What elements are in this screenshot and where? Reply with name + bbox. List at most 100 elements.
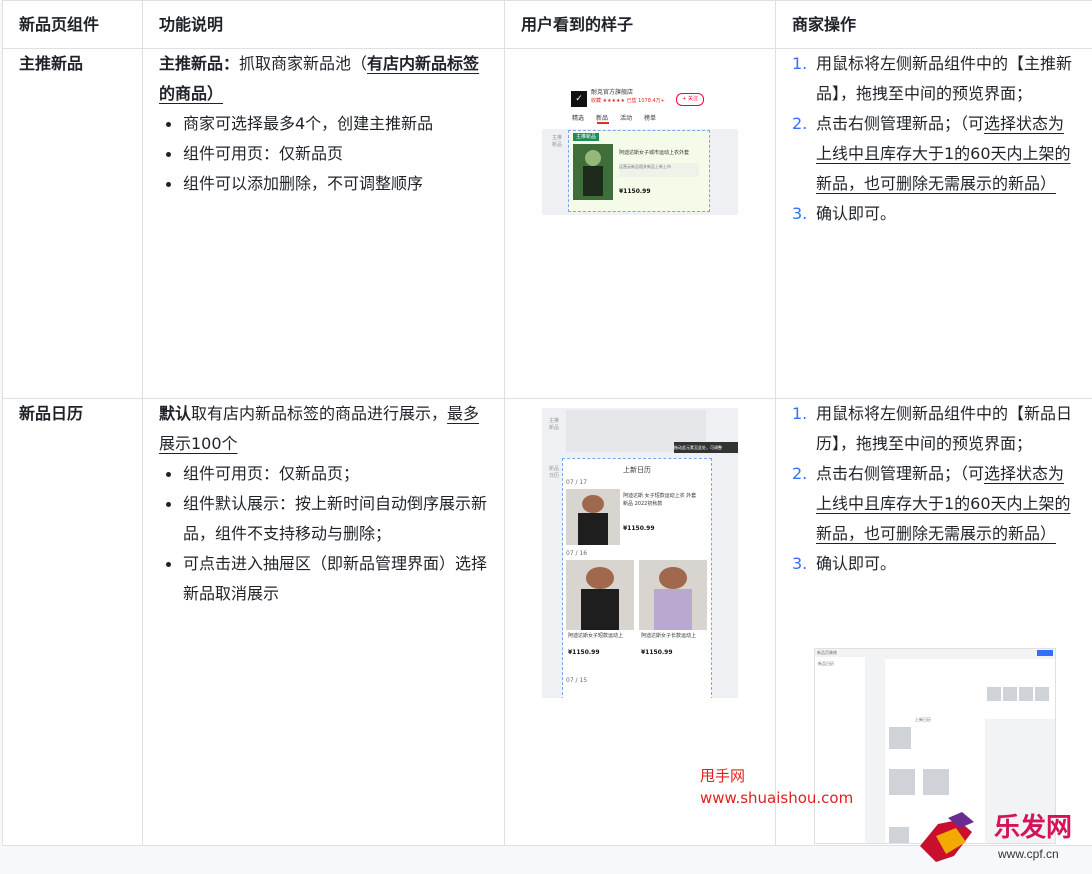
step-number: 2.: [792, 464, 808, 483]
product-image: [889, 727, 911, 749]
featured-card: 主推新品 阿迪达斯女子城市运动上衣外套 运营云新品相关新品上新上市 ¥1150.…: [568, 130, 710, 212]
step-item: 3. 确认即可。: [792, 549, 1076, 579]
product-desc: 运营云新品相关新品上新上市: [619, 163, 699, 177]
header-component: 新品页组件: [2, 0, 143, 49]
lefa-logo-watermark: 乐发网 www.cpf.cn: [920, 812, 1072, 862]
product-image: [889, 769, 915, 795]
featured-preview-image: ✓ 耐克官方旗舰店 收藏 ★★★★★ 已售 1078.4万+ + 关注 精选 新品…: [542, 87, 738, 215]
store-name: 耐克官方旗舰店: [591, 89, 634, 96]
intro-bold: 主推新品：: [159, 54, 240, 73]
step-text: 点击右侧管理新品；（可: [816, 114, 985, 133]
component-name: 主推新品: [2, 48, 143, 399]
calendar-preview-image: 主推新品 新品日历 拖动此元素至此处，可调整 上新日历 07 / 17 阿迪达斯…: [542, 408, 738, 698]
step-text: 点击右侧管理新品；（可: [816, 464, 985, 483]
product-image: [1003, 687, 1017, 701]
logo-url: www.cpf.cn: [997, 847, 1059, 861]
product-image: [639, 560, 707, 630]
publish-button: [1037, 650, 1053, 656]
featured-badge: 主推新品: [573, 133, 600, 141]
tab-activity: 活动: [620, 115, 633, 122]
watermark-url: www.shuaishou.com: [700, 789, 854, 807]
admin-menu-item: 新品日历: [818, 661, 834, 666]
store-rating: 收藏 ★★★★★ 已售 1078.4万+: [591, 98, 665, 104]
product-image: [566, 560, 634, 630]
step-number: 2.: [792, 114, 808, 133]
product-title: 阿迪达斯女子长款运动上: [641, 633, 697, 639]
list-item: 组件默认展示：按上新时间自动倒序展示新品，组件不支持移动与删除；: [166, 489, 488, 549]
tab-indicator: [597, 122, 609, 124]
bullet-list: 商家可选择最多4个，创建主推新品 组件可用页：仅新品页 组件可以添加删除，不可调…: [159, 109, 488, 199]
description-intro: 默认取有店内新品标签的商品进行展示，最多展示100个: [159, 399, 488, 459]
steps-list: 1. 用鼠标将左侧新品组件中的【主推新品】，拖拽至中间的预览界面； 2. 点击右侧管…: [792, 49, 1076, 229]
header-merchant-ops: 商家操作: [775, 0, 1092, 49]
product-image: [1019, 687, 1033, 701]
step-item: 2. 点击右侧管理新品；（可选择状态为上线中且库存大于1的60天内上架的新品，也可…: [792, 459, 1076, 549]
store-tabs: 精选 新品 活动 榜单: [572, 113, 668, 122]
step-item: 1. 用鼠标将左侧新品组件中的【主推新品】，拖拽至中间的预览界面；: [792, 49, 1076, 109]
step-text: 确认即可。: [816, 204, 897, 223]
step-item: 3. 确认即可。: [792, 199, 1076, 229]
follow-button: + 关注: [676, 93, 704, 106]
step-item: 2. 点击右侧管理新品；（可选择状态为上线中且库存大于1的60天内上架的新品，也可…: [792, 109, 1076, 199]
product-subtitle: 新品 2022初秋款: [623, 501, 663, 507]
tab-featured: 精选: [572, 115, 585, 122]
table-header-row: 新品页组件 功能说明 用户看到的样子 商家操作: [2, 0, 1092, 49]
list-item: 商家可选择最多4个，创建主推新品: [166, 109, 488, 139]
admin-right-panel: [985, 659, 1055, 719]
steps-cell: 1. 用鼠标将左侧新品组件中的【主推新品】，拖拽至中间的预览界面； 2. 点击右侧管…: [775, 48, 1092, 399]
admin-sidebar: 新品日历: [815, 657, 865, 843]
product-title: 阿迪达斯女子城市运动上衣外套: [619, 150, 690, 156]
description-intro: 主推新品：抓取商家新品池（有店内新品标签的商品）: [159, 49, 488, 109]
product-image: [573, 144, 613, 200]
logo-text: 乐发网: [994, 812, 1072, 842]
list-item: 可点击进入抽屉区（即新品管理界面）选择新品取消展示: [166, 549, 488, 609]
product-price: ¥1150.99: [619, 188, 651, 195]
brand-logo-icon: ✓: [571, 91, 587, 107]
calendar-date: 07 / 16: [566, 550, 588, 557]
intro-text: 抓取商家新品池（: [239, 54, 368, 73]
tab-ranking: 榜单: [644, 115, 657, 122]
step-text: 用鼠标将左侧新品组件中的【主推新品】，拖拽至中间的预览界面；: [816, 54, 1073, 103]
step-number: 1.: [792, 404, 808, 423]
step-text: 用鼠标将左侧新品组件中的【新品日历】，拖拽至中间的预览界面；: [816, 404, 1073, 453]
watermark-name: 甩手网: [700, 767, 746, 785]
list-item: 组件可用页：仅新品页: [166, 139, 488, 169]
intro-bold: 默认: [159, 404, 192, 423]
list-item: 组件可以添加删除，不可调整顺序: [166, 169, 488, 199]
steps-list: 1. 用鼠标将左侧新品组件中的【新品日历】，拖拽至中间的预览界面； 2. 点击右侧管…: [792, 399, 1076, 579]
step-number: 3.: [792, 554, 808, 573]
calendar-date: 07 / 15: [566, 677, 588, 684]
bullet-list: 组件可用页：仅新品页； 组件默认展示：按上新时间自动倒序展示新品，组件不支持移动…: [159, 459, 488, 609]
intro-text: 取有店内新品标签的商品进行展示，: [191, 404, 448, 423]
product-image: [1035, 687, 1049, 701]
calendar-date: 07 / 17: [566, 479, 588, 486]
header-user-view: 用户看到的样子: [504, 0, 776, 49]
description-cell: 主推新品：抓取商家新品池（有店内新品标签的商品） 商家可选择最多4个，创建主推新…: [142, 48, 505, 399]
drag-tooltip: 拖动此元素至此处，可调整: [674, 442, 738, 453]
calendar-frame: 上新日历 07 / 17 阿迪达斯 女子短款运动上衣 外套 新品 2022初秋款…: [562, 458, 712, 698]
step-number: 3.: [792, 204, 808, 223]
product-image: [923, 769, 949, 795]
step-number: 1.: [792, 54, 808, 73]
calendar-title: 上新日历: [623, 466, 651, 474]
tab-new: 新品: [596, 115, 609, 122]
product-price: ¥1150.99: [641, 649, 673, 656]
admin-calendar-title: 上新日历: [915, 717, 931, 722]
product-title: 阿迪达斯女子短款运动上: [568, 633, 624, 639]
side-label: 主推新品: [549, 418, 560, 431]
list-item: 组件可用页：仅新品页；: [166, 459, 488, 489]
admin-title: 新品页装修: [817, 650, 837, 655]
product-image: [987, 687, 1001, 701]
step-text: 确认即可。: [816, 554, 897, 573]
step-item: 1. 用鼠标将左侧新品组件中的【新品日历】，拖拽至中间的预览界面；: [792, 399, 1076, 459]
product-image: [889, 827, 909, 843]
side-label: 主推新品: [552, 135, 563, 148]
product-price: ¥1150.99: [568, 649, 600, 656]
product-price: ¥1150.99: [623, 525, 655, 532]
store-header: ✓ 耐克官方旗舰店 收藏 ★★★★★ 已售 1078.4万+ + 关注 精选 新品…: [542, 87, 738, 129]
component-name: 新品日历: [2, 398, 143, 846]
header-description: 功能说明: [142, 0, 505, 49]
description-cell: 默认取有店内新品标签的商品进行展示，最多展示100个 组件可用页：仅新品页； 组…: [142, 398, 505, 846]
product-image: [566, 489, 620, 545]
side-label: 新品日历: [549, 466, 560, 479]
